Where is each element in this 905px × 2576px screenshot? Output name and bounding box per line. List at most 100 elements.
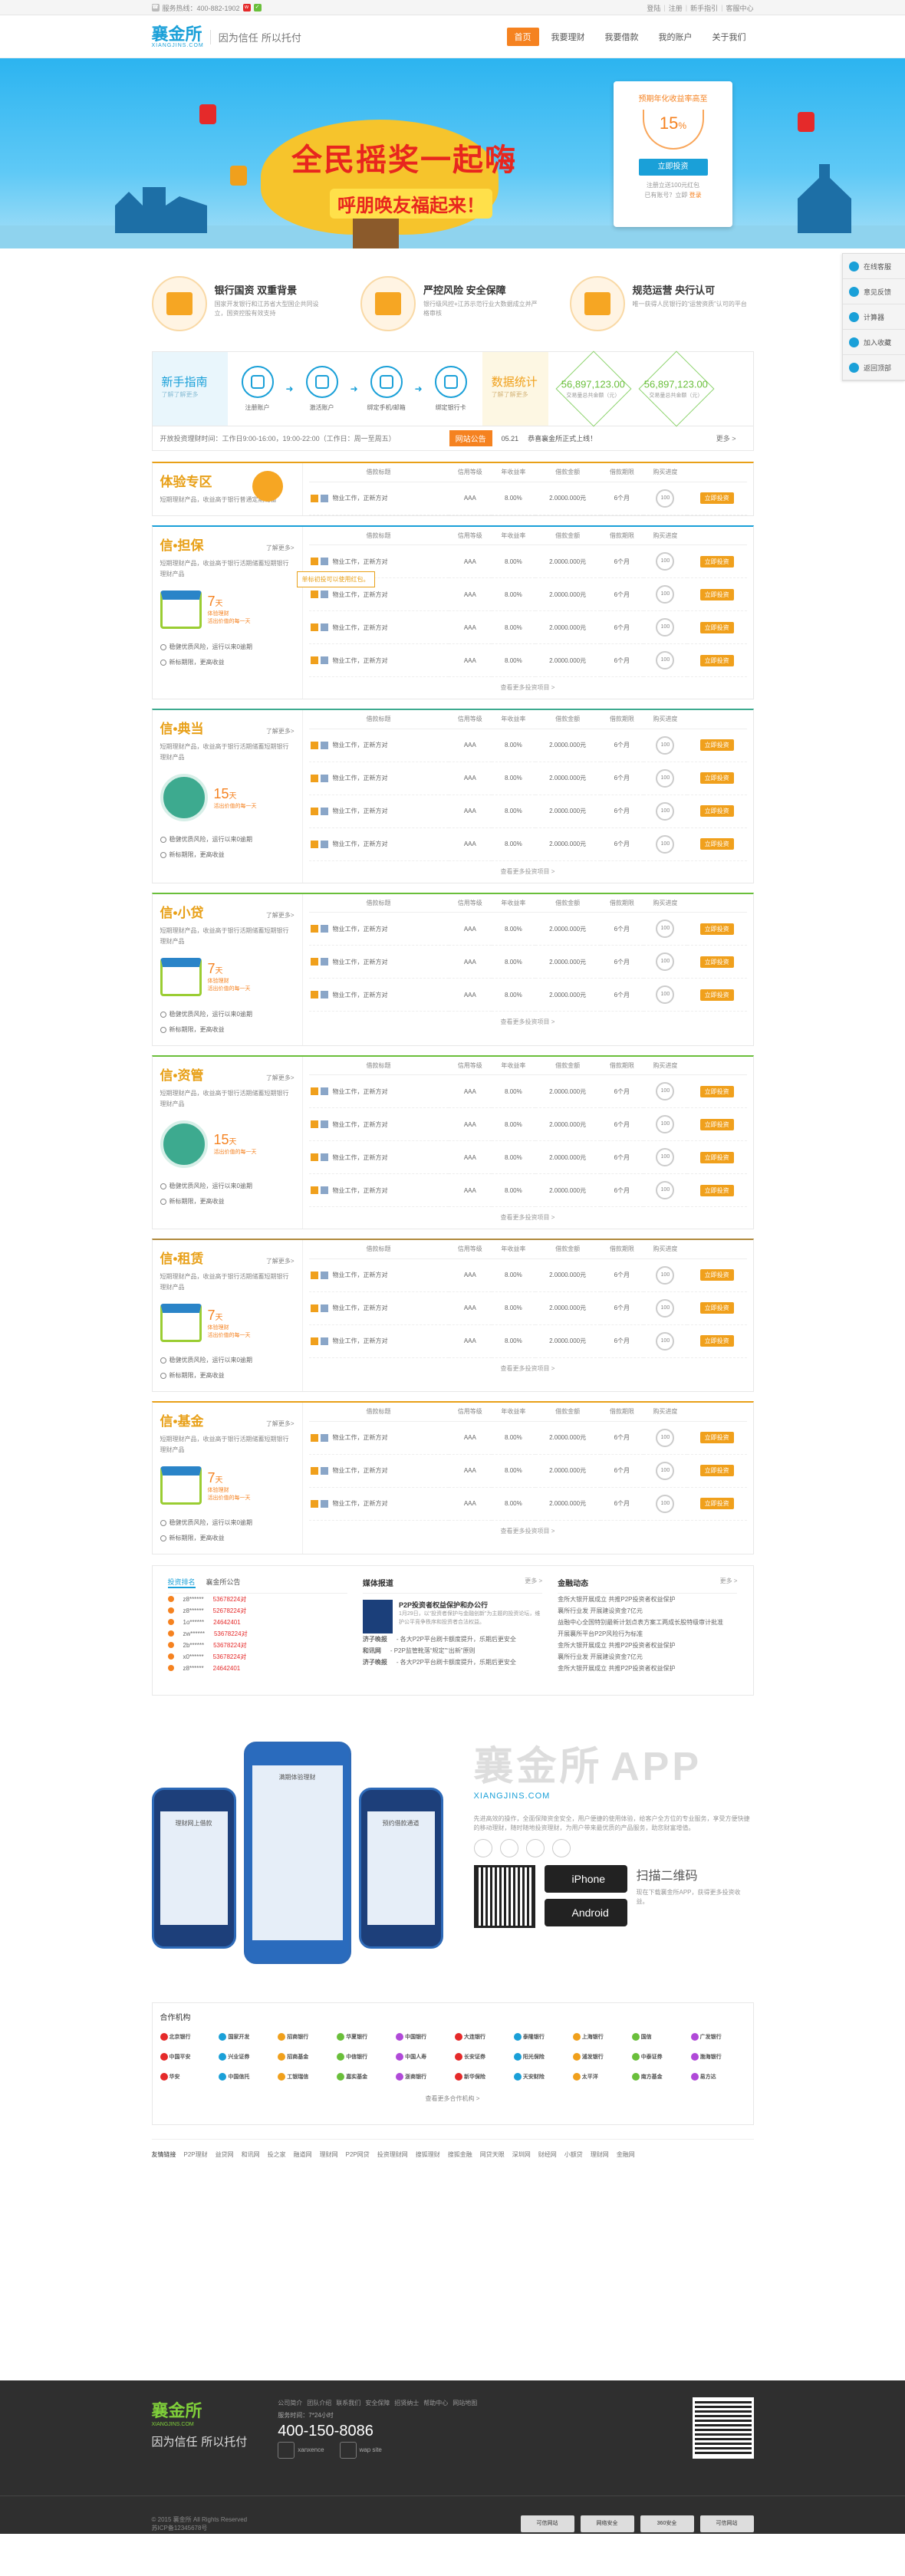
notice-message[interactable]: 恭喜襄金所正式上线！ xyxy=(528,433,597,443)
notice-more-link[interactable]: 更多 > xyxy=(716,433,736,443)
invest-button[interactable]: 立即投资 xyxy=(699,923,734,935)
partner-logo[interactable]: 中国平安 xyxy=(160,2050,215,2064)
see-more-link[interactable]: 查看更多投资项目 > xyxy=(309,861,747,883)
footer-link[interactable]: 公司简介 xyxy=(278,2397,302,2410)
learn-more-link[interactable]: 了解更多> xyxy=(266,727,295,735)
partner-logo[interactable]: 兴业证券 xyxy=(219,2050,273,2064)
friend-link[interactable]: 理财网 xyxy=(320,2150,338,2159)
loan-title[interactable]: 物业工作，正新方对 xyxy=(308,978,449,1012)
section-title[interactable]: 信•资管 xyxy=(160,1064,204,1084)
friend-link[interactable]: 小额贷 xyxy=(564,2150,583,2159)
tab-notice[interactable]: 襄金所公告 xyxy=(206,1577,241,1588)
partner-logo[interactable]: 上海银行 xyxy=(572,2030,627,2044)
table-row[interactable]: 物业工作，正新方对 AAA 8.00% 2.0000.000元 6个月 100 立即投资 xyxy=(308,1487,747,1521)
friend-link[interactable]: 网贷天眼 xyxy=(480,2150,505,2159)
partner-logo[interactable]: 华夏银行 xyxy=(337,2030,391,2044)
friend-link[interactable]: 投之家 xyxy=(268,2150,286,2159)
service-link[interactable]: 客服中心 xyxy=(726,3,753,13)
nav-about[interactable]: 关于我们 xyxy=(705,28,754,46)
partner-logo[interactable]: 中国人寿 xyxy=(396,2050,450,2064)
partner-logo[interactable]: 工银瑞信 xyxy=(278,2070,332,2084)
loan-title[interactable]: 物业工作，正新方对 xyxy=(308,1487,449,1521)
invest-button[interactable]: 立即投资 xyxy=(699,621,734,633)
table-row[interactable]: 物业工作，正新方对 AAA 8.00% 2.0000.000元 6个月 100 立即投资 xyxy=(308,1107,747,1141)
partner-logo[interactable]: 天安财险 xyxy=(513,2070,568,2084)
partner-logo[interactable]: 中泰证券 xyxy=(631,2050,686,2064)
learn-more-link[interactable]: 了解更多> xyxy=(266,544,295,552)
section-title[interactable]: 信•典当 xyxy=(160,718,204,737)
partner-logo[interactable]: 新华保险 xyxy=(455,2070,509,2084)
footer-link[interactable]: 联系我们 xyxy=(336,2397,360,2410)
partner-logo[interactable]: 北京银行 xyxy=(160,2030,215,2044)
media-head[interactable]: P2P投资者权益保护和办公行 xyxy=(399,1601,488,1609)
partner-logo[interactable]: 华安 xyxy=(160,2070,215,2084)
invest-button[interactable]: 立即投资 xyxy=(699,956,734,968)
partner-logo[interactable]: 泰隆银行 xyxy=(513,2030,568,2044)
loan-title[interactable]: 物业工作，正新方对 xyxy=(308,482,449,515)
table-row[interactable]: 物业工作，正新方对 AAA 8.00% 2.0000.000元 6个月 100 立即投资 xyxy=(308,1140,747,1174)
finance-row[interactable]: 襄所行业发 开展建设资金7亿元 xyxy=(558,1651,737,1663)
invest-button[interactable]: 立即投资 xyxy=(699,838,734,850)
footer-link[interactable]: 帮助中心 xyxy=(423,2397,448,2410)
wechat-icon[interactable]: ✓ xyxy=(253,4,262,12)
invest-button[interactable]: 立即投资 xyxy=(699,1118,734,1130)
partner-logo[interactable]: 太平洋 xyxy=(572,2070,627,2084)
loan-title[interactable]: 物业工作，正新方对 xyxy=(308,945,449,979)
loan-title[interactable]: 物业工作，正新方对 xyxy=(308,795,449,828)
table-row[interactable]: 物业工作，正新方对 AAA 8.00% 2.0000.000元 6个月 100 立即投资 xyxy=(308,762,747,795)
invest-button[interactable]: 立即投资 xyxy=(699,1302,734,1314)
loan-title[interactable]: 物业工作，正新方对 xyxy=(308,1140,449,1174)
nav-borrow[interactable]: 我要借款 xyxy=(597,28,647,46)
friend-link[interactable]: 金融网 xyxy=(617,2150,635,2159)
nav-account[interactable]: 我的账户 xyxy=(651,28,700,46)
learn-more-link[interactable]: 了解更多> xyxy=(266,1074,295,1082)
partner-logo[interactable]: 广发银行 xyxy=(690,2030,745,2044)
friend-link[interactable]: P2P理财 xyxy=(184,2150,208,2159)
partner-logo[interactable]: 易方达 xyxy=(690,2070,745,2084)
login-link[interactable]: 登陆 xyxy=(647,3,660,13)
see-more-link[interactable]: 查看更多投资项目 > xyxy=(309,1207,747,1229)
promo-banner[interactable]: 全民摇奖一起嗨 呼朋唤友福起来！ 预期年化收益率高至 15% 立即投资 注册立送… xyxy=(0,58,905,248)
trust-badge[interactable]: 可信网站 xyxy=(699,2515,754,2532)
invest-button[interactable]: 立即投资 xyxy=(699,1498,734,1509)
partners-more[interactable]: 查看更多合作机构 > xyxy=(160,2094,745,2103)
partner-logo[interactable]: 阳光保险 xyxy=(513,2050,568,2064)
step-register[interactable]: 注册账户 xyxy=(237,366,278,412)
media-image[interactable] xyxy=(362,1600,393,1633)
partner-logo[interactable]: 招商基金 xyxy=(278,2050,332,2064)
site-logo[interactable]: 襄金所 XIANGJINS.COM 因为信任 所以托付 xyxy=(152,25,301,48)
table-row[interactable]: 物业工作，正新方对 AAA 8.00% 2.0000.000元 6个月 100 立即投资 xyxy=(308,1421,747,1455)
invest-button[interactable]: 立即投资 xyxy=(699,772,734,784)
weibo-link[interactable]: xanxence xyxy=(278,2442,324,2459)
login-link[interactable]: 登录 xyxy=(689,192,702,199)
media-row[interactable]: 济子晚报 - 各大P2P平台刷卡额度提升，乐期后更安全 xyxy=(363,1656,542,1668)
table-row[interactable]: 物业工作，正新方对 AAA 8.00% 2.0000.000元 6个月 100 立即投资 xyxy=(308,1324,747,1358)
invest-button[interactable]: 立即投资 xyxy=(699,1151,734,1163)
finance-more[interactable]: 更多 > xyxy=(720,1577,738,1588)
finance-row[interactable]: 金所大银开展成立 共推P2P投资者权益保护 xyxy=(558,1663,737,1674)
finance-row[interactable]: 襄所行业发 开展建设资金7亿元 xyxy=(558,1605,737,1617)
media-more[interactable]: 更多 > xyxy=(525,1577,542,1588)
step-bind-phone[interactable]: 绑定手机/邮箱 xyxy=(366,366,407,412)
trust-badge[interactable]: 可信网站 xyxy=(520,2515,574,2532)
table-row[interactable]: 物业工作，正新方对 AAA 8.00% 2.0000.000元 6个月 100 立即投资 xyxy=(308,610,747,644)
nav-invest[interactable]: 我要理财 xyxy=(544,28,593,46)
invest-button[interactable]: 立即投资 xyxy=(699,1184,734,1196)
table-row[interactable]: 物业工作，正新方对 AAA 8.00% 2.0000.000元 6个月 100 立即投资 xyxy=(308,1173,747,1207)
table-row[interactable]: 物业工作，正新方对 AAA 8.00% 2.0000.000元 6个月 100 立即投资 xyxy=(308,795,747,828)
invest-button[interactable]: 立即投资 xyxy=(699,739,734,751)
loan-title[interactable]: 物业工作，正新方对 xyxy=(308,610,449,644)
partner-logo[interactable]: 浙商银行 xyxy=(396,2070,450,2084)
learn-more-link[interactable]: 了解更多> xyxy=(266,1257,295,1265)
friend-link[interactable]: 益贷网 xyxy=(216,2150,234,2159)
nav-home[interactable]: 首页 xyxy=(506,28,539,46)
side-back-top[interactable]: 返回顶部 xyxy=(843,355,905,380)
invest-button[interactable]: 立即投资 xyxy=(699,1432,734,1443)
loan-title[interactable]: 物业工作，正新方对 xyxy=(308,827,449,861)
partner-logo[interactable]: 浦发银行 xyxy=(572,2050,627,2064)
side-favorite[interactable]: 加入收藏 xyxy=(843,330,905,355)
media-row[interactable]: 和讯网 - P2P监管靴落“规定”“出新”原则 xyxy=(363,1645,542,1656)
partner-logo[interactable]: 渤海银行 xyxy=(690,2050,745,2064)
invest-button[interactable]: 立即投资 xyxy=(699,1085,734,1097)
loan-title[interactable]: 物业工作，正新方对 xyxy=(308,1074,449,1108)
